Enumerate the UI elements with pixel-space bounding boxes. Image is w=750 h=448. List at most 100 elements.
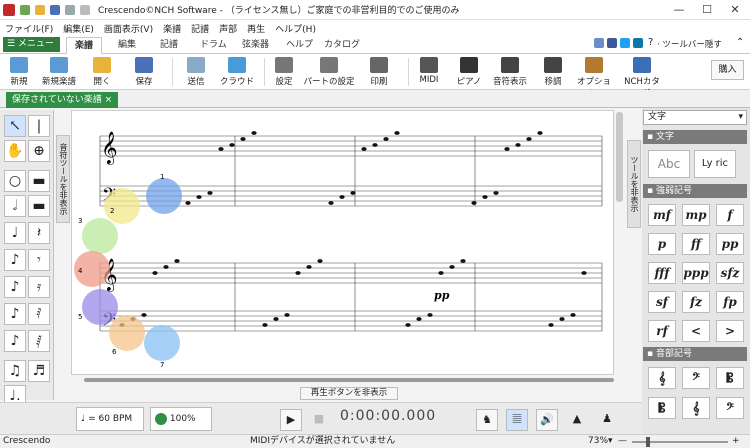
tab-catalog[interactable]: カタログ [316, 37, 368, 54]
settings-button[interactable]: 設定 [270, 56, 298, 88]
dynamic-2-button[interactable]: f [716, 204, 744, 226]
zoom-slider-thumb[interactable] [646, 437, 650, 447]
sixteenth-note-button[interactable]: ♪ [4, 276, 26, 298]
tempo-control[interactable]: ♩ = 60 BPM [76, 407, 144, 431]
options-button[interactable]: オプション [574, 56, 614, 99]
clef-3-button[interactable]: 𝄡 [648, 397, 676, 419]
thirtysecond-note-button[interactable]: ♪ [4, 303, 26, 325]
toolbar-hide-link[interactable]: · ツールバー隠す [657, 38, 722, 50]
sixtyfourth-note-button[interactable]: ♪ [4, 330, 26, 352]
dynamic-14-button[interactable]: > [716, 320, 744, 342]
save-quick-icon[interactable] [50, 4, 60, 15]
send-button[interactable]: 送信 [180, 56, 212, 88]
hide-tools-toggle[interactable]: ツールを非表示 [627, 140, 641, 228]
sixteenth-rest-button[interactable]: 𝄿 [28, 276, 50, 298]
print-button[interactable]: 印刷 [364, 56, 394, 88]
redo-icon[interactable] [80, 4, 90, 15]
cloud-button[interactable]: クラウド [218, 56, 256, 88]
sixtyfourth-rest-button[interactable]: 𝅁 [28, 330, 50, 352]
lyric-tool-button[interactable]: Ly ric [694, 150, 736, 178]
horizontal-scrollbar[interactable] [84, 378, 614, 382]
hand-tool[interactable]: ✋ [4, 140, 26, 162]
zoom-out-icon[interactable]: ▾ [608, 435, 613, 448]
text-cursor-tool[interactable]: | [28, 115, 50, 137]
linkedin-icon[interactable] [633, 38, 643, 48]
section-text-header[interactable]: ▪ 文字 [643, 130, 747, 144]
thumbs-up-icon[interactable] [594, 38, 604, 48]
score-canvas[interactable]: 𝄞 𝄢 𝄞 𝄢 pp 1 2 3 4 5 6 7 [71, 110, 614, 375]
ensemble-button[interactable]: ♞ [476, 409, 498, 431]
undo-icon[interactable] [65, 4, 75, 15]
quarter-note-button[interactable]: ♩ [4, 222, 26, 244]
menu-edit[interactable]: 編集(E) [58, 22, 99, 35]
metronome-icon[interactable]: ▲ [566, 409, 588, 431]
tab-help[interactable]: ヘルプ [278, 37, 321, 54]
buy-button[interactable]: 購入 [711, 60, 744, 80]
hide-note-tools-toggle[interactable]: 音符ツールを非表示 [56, 135, 70, 223]
minimize-button[interactable]: — [666, 2, 692, 18]
part-settings-button[interactable]: パートの設定 [302, 56, 356, 88]
dynamic-11-button[interactable]: fp [716, 291, 744, 313]
select-arrow-tool[interactable]: ↖ [4, 115, 26, 137]
half-note-button[interactable]: 𝅗𝅥 [4, 195, 26, 217]
tab-notation[interactable]: 記譜 [152, 37, 186, 54]
beamed-eighths-button[interactable]: ♫ [4, 360, 26, 382]
collapse-ribbon-icon[interactable]: ⌃ [736, 37, 744, 48]
help-icon[interactable]: ? [648, 37, 653, 48]
thirtysecond-rest-button[interactable]: 𝅀 [28, 303, 50, 325]
dynamic-12-button[interactable]: rf [648, 320, 676, 342]
scroll-thumb[interactable] [616, 112, 623, 202]
tab-score[interactable]: 楽譜 [66, 37, 103, 54]
text-tool-button[interactable]: Abc [648, 150, 690, 178]
new-quick-icon[interactable] [20, 4, 30, 15]
clef-5-button[interactable]: 𝄢 [716, 397, 744, 419]
stop-button[interactable]: ■ [308, 409, 330, 431]
play-button[interactable]: ▶ [280, 409, 302, 431]
new-score-button[interactable]: 新規楽譜 [38, 56, 80, 88]
zoom-tool[interactable]: ⊕ [28, 140, 50, 162]
half-rest-button[interactable]: ▬ [28, 195, 50, 217]
section-dynamics-header[interactable]: ▪ 強弱記号 [643, 184, 747, 198]
performer-icon[interactable]: ♟ [596, 409, 618, 431]
symbol-category-select[interactable]: 文字 ▾ [643, 110, 747, 125]
clef-2-button[interactable]: 𝄡 [716, 367, 744, 389]
dynamic-0-button[interactable]: mf [648, 204, 676, 226]
tab-drums[interactable]: ドラム [192, 37, 235, 54]
dynamic-6-button[interactable]: fff [648, 262, 676, 284]
dynamic-7-button[interactable]: ppp [682, 262, 710, 284]
close-button[interactable]: ✕ [722, 2, 748, 18]
note-display-button[interactable]: 音符表示 [490, 56, 530, 88]
menu-file[interactable]: ファイル(F) [0, 22, 58, 35]
menu-notation[interactable]: 記譜 [186, 22, 214, 35]
clef-1-button[interactable]: 𝄢 [682, 367, 710, 389]
open-button[interactable]: 開く [86, 56, 118, 88]
eighth-note-button[interactable]: ♪ [4, 249, 26, 271]
volume-control[interactable]: 100% [150, 407, 212, 431]
open-quick-icon[interactable] [35, 4, 45, 15]
dynamic-9-button[interactable]: sf [648, 291, 676, 313]
piano-button[interactable]: ピアノ [454, 56, 484, 88]
dynamic-8-button[interactable]: sfz [716, 262, 744, 284]
close-tab-icon[interactable]: × [105, 95, 113, 105]
dynamic-4-button[interactable]: ff [682, 233, 710, 255]
dynamic-5-button[interactable]: pp [716, 233, 744, 255]
dynamic-1-button[interactable]: mp [682, 204, 710, 226]
quarter-rest-button[interactable]: 𝄽 [28, 222, 50, 244]
twitter-icon[interactable] [620, 38, 630, 48]
menu-play[interactable]: 再生 [242, 22, 270, 35]
tab-edit[interactable]: 編集 [110, 37, 144, 54]
menu-part[interactable]: 声部 [214, 22, 242, 35]
dynamic-3-button[interactable]: p [648, 233, 676, 255]
nch-catalog-button[interactable]: NCHカタログ [620, 56, 664, 99]
maximize-button[interactable]: ☐ [694, 2, 720, 18]
facebook-icon[interactable] [607, 38, 617, 48]
zoom-plus-button[interactable]: + [732, 435, 740, 448]
eighth-rest-button[interactable]: 𝄾 [28, 249, 50, 271]
menu-score[interactable]: 楽譜 [158, 22, 186, 35]
dynamic-10-button[interactable]: fz [682, 291, 710, 313]
midi-button[interactable]: MIDI [414, 56, 444, 88]
save-button[interactable]: 保存 [126, 56, 162, 88]
hide-play-button-toggle[interactable]: 再生ボタンを非表示 [300, 387, 398, 400]
new-button[interactable]: 新規 [4, 56, 34, 88]
beamed-sixteenths-button[interactable]: ♬ [28, 360, 50, 382]
